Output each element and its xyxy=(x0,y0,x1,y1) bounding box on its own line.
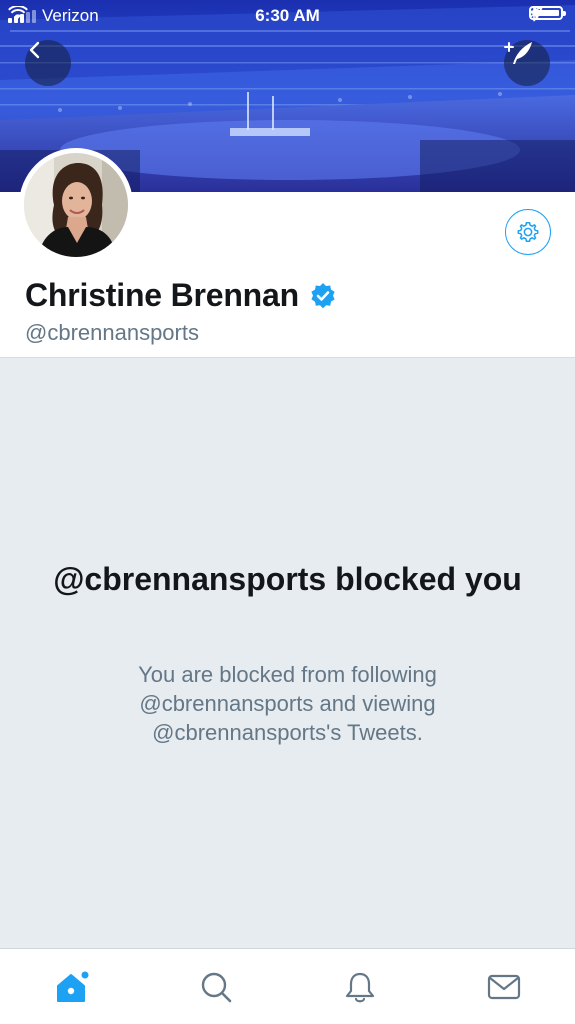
bell-icon xyxy=(345,972,375,1003)
name-row: Christine Brennan xyxy=(25,277,337,314)
tab-messages[interactable] xyxy=(484,967,524,1007)
back-button[interactable] xyxy=(25,40,71,86)
home-icon xyxy=(57,971,89,1002)
tab-search[interactable] xyxy=(196,967,236,1007)
status-time: 6:30 AM xyxy=(255,6,320,25)
compose-tweet-button[interactable] xyxy=(504,40,550,86)
status-indicators xyxy=(529,6,566,22)
verified-badge-icon xyxy=(311,282,335,308)
search-icon xyxy=(201,972,232,1003)
blocked-message-panel: @cbrennansports blocked you You are bloc… xyxy=(0,357,575,949)
tab-home[interactable] xyxy=(52,967,92,1007)
blocked-title: @cbrennansports blocked you xyxy=(53,561,522,597)
tab-bar xyxy=(0,948,575,1024)
envelope-icon xyxy=(487,974,521,1000)
gear-icon xyxy=(517,222,539,242)
settings-button[interactable] xyxy=(505,209,551,255)
battery-icon xyxy=(529,6,566,20)
blocked-description: You are blocked from following @cbrennan… xyxy=(138,662,437,745)
display-name: Christine Brennan xyxy=(25,277,299,313)
battery-level xyxy=(533,10,559,16)
compose-tweet-icon xyxy=(504,42,532,64)
profile-header: Christine Brennan @cbrennansports xyxy=(0,148,575,357)
chevron-left-icon xyxy=(29,41,40,59)
profile-handle: @cbrennansports xyxy=(25,320,199,345)
avatar-frame xyxy=(19,148,133,262)
home-badge-dot xyxy=(81,971,89,979)
avatar[interactable] xyxy=(24,153,128,257)
status-bar: Verizon 6:30 AM xyxy=(0,0,575,34)
profile-screen: Verizon 6:30 AM Christine Brennan @cbren… xyxy=(0,0,575,1024)
profile-photo xyxy=(24,153,128,257)
tab-notifications[interactable] xyxy=(340,967,380,1007)
